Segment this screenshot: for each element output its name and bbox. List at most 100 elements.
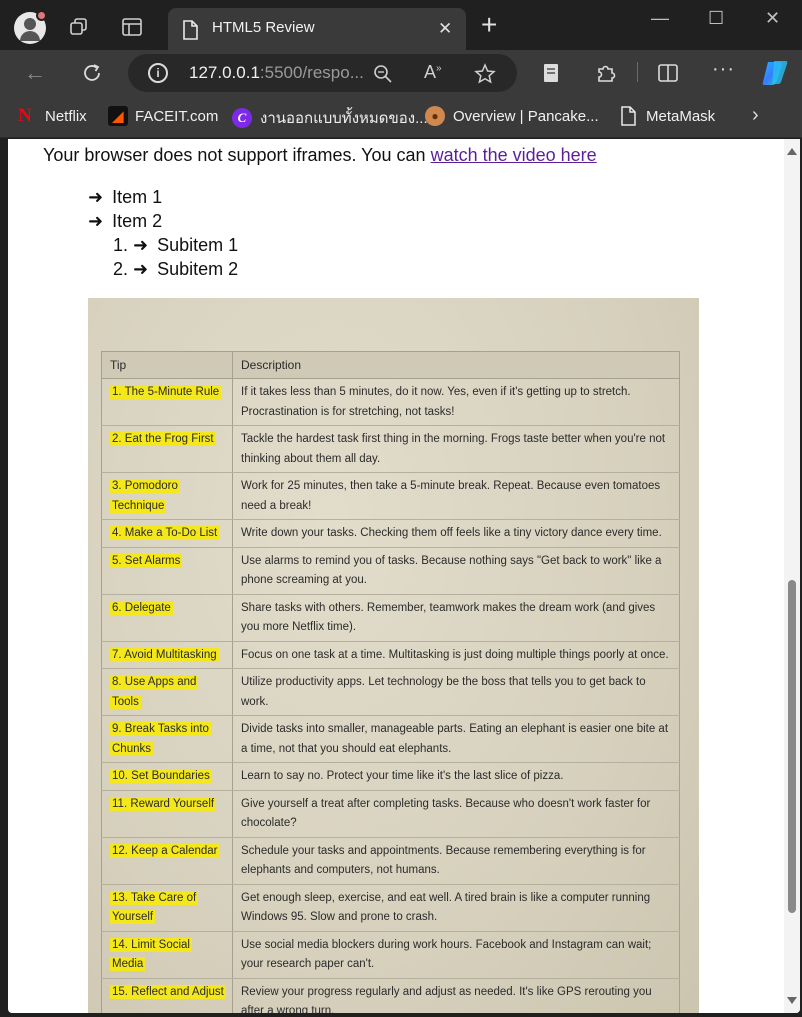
arrow-marker: ➜ — [88, 211, 104, 231]
close-window-button[interactable]: ✕ — [765, 8, 780, 29]
tip-cell: 2. Eat the Frog First — [101, 425, 233, 473]
zoom-icon[interactable] — [373, 64, 393, 84]
table-row: 10. Set Boundaries Learn to say no. Prote… — [101, 762, 680, 791]
scroll-up-arrow-icon[interactable] — [787, 148, 797, 155]
description-cell: Review your progress regularly and adjus… — [232, 977, 680, 1013]
minimize-button[interactable]: — — [651, 8, 669, 29]
table-row: 12. Keep a Calendar Schedule your tasks a… — [101, 836, 680, 885]
highlighted-tip-label: 2. Eat the Frog First — [110, 432, 216, 446]
table-row: 6. Delegate Share tasks with others. Reme… — [101, 593, 680, 642]
tab-close-icon[interactable]: ✕ — [438, 19, 452, 39]
bookmark-label: Netflix — [45, 107, 87, 125]
description-cell: Tackle the hardest task first thing in t… — [232, 425, 680, 473]
table-row: 9. Break Tasks into Chunks Divide tasks i… — [101, 715, 680, 763]
description-cell: Divide tasks into smaller, manageable pa… — [232, 715, 680, 763]
netflix-icon: N — [18, 105, 32, 126]
maximize-button[interactable]: ☐ — [708, 8, 724, 29]
active-tab[interactable]: HTML5 Review ✕ — [168, 8, 466, 50]
table-row: 1. The 5-Minute Rule If it takes less tha… — [101, 378, 680, 426]
table-row: 4. Make a To-Do List Write down your task… — [101, 519, 680, 548]
tip-cell: 13. Take Care of Yourself — [101, 883, 233, 932]
scrollbar-thumb[interactable] — [788, 580, 796, 913]
avatar-body — [20, 31, 40, 41]
highlighted-tip-label: 1. The 5-Minute Rule — [110, 385, 222, 399]
tip-cell: 14. Limit Social Media — [101, 930, 233, 979]
site-info-icon[interactable]: i — [148, 63, 168, 83]
table-row: 5. Set Alarms Use alarms to remind you of… — [101, 546, 680, 595]
address-url[interactable]: 127.0.0.1:5500/respo... — [189, 63, 364, 83]
list-item-label: Item 1 — [112, 187, 163, 207]
avatar-head — [24, 18, 36, 30]
copilot-icon[interactable] — [760, 59, 790, 87]
bookmark-pancakeswap[interactable]: ● Overview | Pancake... — [425, 106, 599, 126]
list-item: ➜ Item 2 — [88, 211, 162, 232]
column-header-tip: Tip — [101, 351, 233, 379]
toolbar-divider — [637, 62, 638, 82]
tip-cell: 4. Make a To-Do List — [101, 519, 233, 548]
split-screen-icon[interactable] — [657, 63, 679, 83]
sublist-item: 2. ➜ Subitem 2 — [113, 259, 238, 280]
refresh-icon[interactable] — [81, 62, 103, 84]
extensions-icon[interactable] — [595, 62, 617, 84]
table-row: 14. Limit Social Media Use social media b… — [101, 930, 680, 979]
more-bookmarks-chevron-icon[interactable]: › — [752, 104, 759, 127]
productivity-tips-image: Tip Description 1. The 5-Minute Rule If i… — [88, 298, 699, 1013]
highlighted-tip-label: 4. Make a To-Do List — [110, 526, 220, 540]
favorite-star-icon[interactable] — [474, 63, 496, 85]
bookmark-canva[interactable]: C งานออกแบบทั้งหมดของ... — [232, 106, 428, 130]
url-path: :5500/respo... — [259, 63, 364, 82]
page-document-icon — [183, 20, 198, 40]
table-row: 2. Eat the Frog First Tackle the hardest … — [101, 425, 680, 473]
tip-cell: 10. Set Boundaries — [101, 762, 233, 791]
numbered-marker: 2. ➜ — [113, 259, 149, 279]
scroll-down-arrow-icon[interactable] — [787, 997, 797, 1004]
highlighted-tip-label: 10. Set Boundaries — [110, 769, 212, 783]
new-tab-button[interactable]: + — [481, 9, 497, 41]
bookmark-label: Overview | Pancake... — [453, 107, 599, 125]
url-host: 127.0.0.1 — [189, 63, 260, 82]
table-row: 13. Take Care of Yourself Get enough slee… — [101, 883, 680, 932]
tip-cell: 6. Delegate — [101, 593, 233, 642]
sublist-item-label: Subitem 1 — [157, 235, 239, 255]
tip-cell: 9. Break Tasks into Chunks — [101, 715, 233, 763]
highlighted-tip-label: 12. Keep a Calendar — [110, 843, 220, 858]
description-cell: Schedule your tasks and appointments. Be… — [232, 836, 680, 885]
tip-cell: 7. Avoid Multitasking — [101, 640, 233, 669]
sublist-item-label: Subitem 2 — [157, 259, 239, 279]
watch-video-link[interactable]: watch the video here — [431, 145, 597, 165]
document-icon — [621, 106, 636, 126]
description-cell: Give yourself a treat after completing t… — [232, 789, 680, 838]
back-arrow-icon[interactable]: ← — [24, 60, 46, 86]
address-bar[interactable]: i 127.0.0.1:5500/respo... A» — [128, 54, 517, 92]
page-content: Your browser does not support iframes. Y… — [8, 139, 800, 1013]
description-cell: Focus on one task at a time. Multitaskin… — [232, 640, 680, 669]
profile-avatar[interactable] — [14, 10, 47, 44]
tip-cell: 15. Reflect and Adjust — [101, 977, 233, 1013]
collections-icon[interactable] — [542, 63, 560, 83]
faceit-icon: ◢ — [108, 106, 128, 126]
tip-cell: 5. Set Alarms — [101, 546, 233, 595]
iframe-fallback-text: Your browser does not support iframes. Y… — [43, 145, 431, 165]
list-item-label: Item 2 — [112, 211, 163, 231]
bookmark-netflix[interactable]: N Netflix — [17, 106, 87, 126]
tip-cell: 12. Keep a Calendar — [101, 836, 233, 885]
table-row: 7. Avoid Multitasking Focus on one task a… — [101, 640, 680, 669]
vertical-scrollbar[interactable] — [784, 139, 800, 1013]
highlighted-tip-label: 9. Break Tasks into Chunks — [110, 722, 211, 756]
tab-actions-icon[interactable] — [121, 16, 143, 38]
description-cell: Utilize productivity apps. Let technolog… — [232, 668, 680, 716]
table-row: 15. Reflect and Adjust Review your progre… — [101, 977, 680, 1013]
tip-cell: 8. Use Apps and Tools — [101, 668, 233, 716]
read-aloud-icon[interactable]: A» — [424, 62, 442, 83]
tab-title: HTML5 Review — [212, 19, 315, 36]
highlighted-tip-label: 13. Take Care of Yourself — [110, 890, 199, 924]
list-item: ➜ Item 1 — [88, 187, 162, 208]
bookmark-faceit[interactable]: ◢ FACEIT.com — [108, 106, 218, 126]
highlighted-tip-label: 8. Use Apps and Tools — [110, 675, 199, 709]
notification-dot — [36, 10, 47, 21]
more-options-icon[interactable]: ··· — [712, 58, 735, 81]
bookmark-metamask[interactable]: MetaMask — [620, 106, 715, 126]
canva-icon: C — [232, 108, 252, 128]
workspaces-icon[interactable] — [68, 16, 90, 38]
bookmark-label: MetaMask — [646, 107, 716, 125]
